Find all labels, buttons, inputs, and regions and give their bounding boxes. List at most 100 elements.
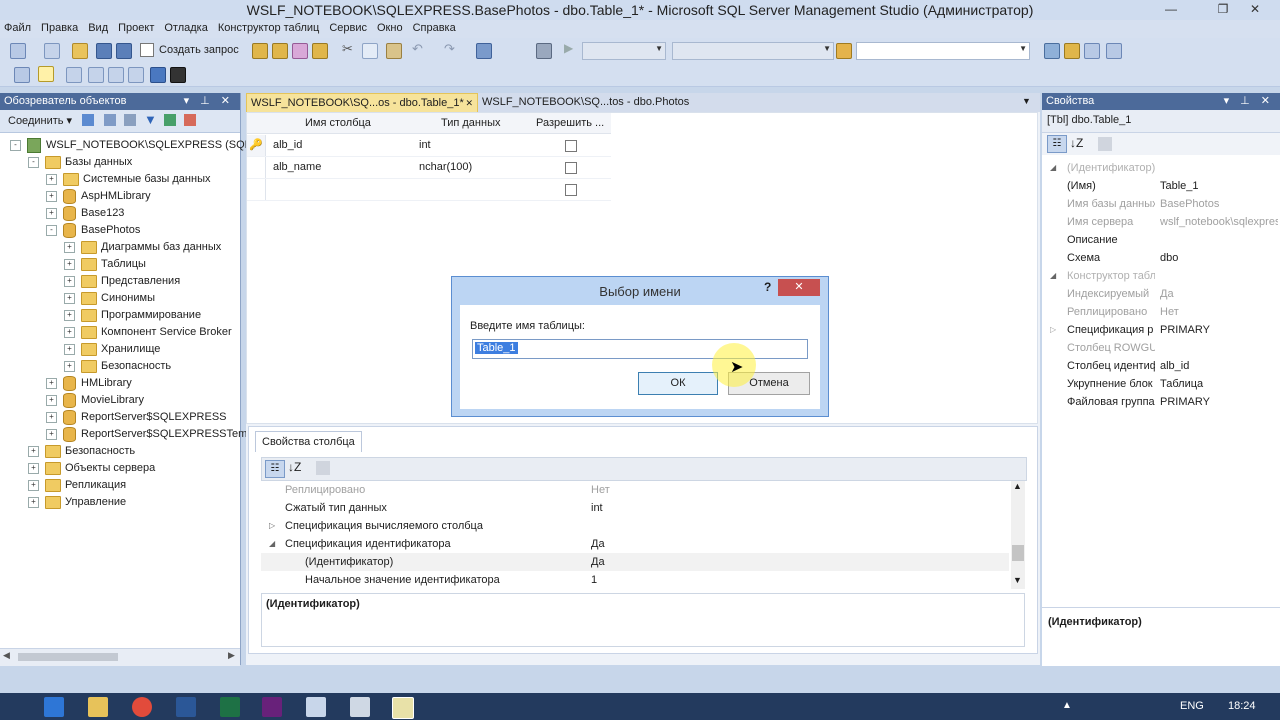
tree-node[interactable]: + Репликация <box>28 477 126 494</box>
menu-file[interactable]: Файл <box>0 20 37 34</box>
notepad-icon[interactable] <box>306 697 326 717</box>
property-row[interactable]: ◢ Спецификация идентификатора Да <box>261 535 1009 553</box>
expand-icon[interactable]: ▷ <box>269 517 275 535</box>
menu-project[interactable]: Проект <box>114 20 160 34</box>
property-value[interactable]: dbo <box>1160 249 1278 267</box>
scroll-down-icon[interactable]: ▼ <box>1013 575 1022 585</box>
property-value[interactable]: 1 <box>591 571 597 589</box>
scroll-up-icon[interactable]: ▲ <box>1013 481 1022 491</box>
expand-icon[interactable]: + <box>28 496 39 508</box>
property-pages-icon[interactable] <box>316 461 330 475</box>
expand-icon[interactable]: + <box>64 343 75 355</box>
property-value[interactable]: BasePhotos <box>1160 195 1278 213</box>
property-value[interactable]: Нет <box>591 481 610 499</box>
object-explorer-icon[interactable] <box>1064 43 1080 59</box>
refresh-icon[interactable] <box>164 114 176 126</box>
redo-icon[interactable]: ↷ <box>444 41 455 57</box>
expand-icon[interactable]: + <box>64 292 75 304</box>
expand-icon[interactable]: + <box>28 479 39 491</box>
fulltext-icon[interactable] <box>108 67 124 83</box>
property-row[interactable]: ▷ Спецификация вычисляемого столбца <box>261 517 1009 535</box>
menu-window[interactable]: Окно <box>373 20 409 34</box>
allow-nulls-checkbox[interactable] <box>565 162 577 174</box>
tree-node[interactable]: + Безопасность <box>64 358 171 375</box>
tree-node[interactable]: - Базы данных <box>28 154 132 171</box>
connect-object-explorer-icon[interactable] <box>82 114 94 126</box>
alphabetical-icon[interactable]: ↓Z <box>1070 136 1083 150</box>
tree-node[interactable]: + Программирование <box>64 307 201 324</box>
property-value[interactable]: wslf_notebook\sqlexpress <box>1160 213 1278 231</box>
minimize-button[interactable]: — <box>1156 0 1186 20</box>
filter-icon[interactable]: ▼ <box>144 112 157 127</box>
find-icon[interactable] <box>836 43 852 59</box>
visual-studio-icon[interactable] <box>262 697 282 717</box>
table-name-input[interactable]: Table_1 <box>472 339 808 359</box>
open-file-icon[interactable] <box>72 43 88 59</box>
collapse-icon[interactable]: - <box>28 156 39 168</box>
tab-photos[interactable]: WSLF_NOTEBOOK\SQ...tos - dbo.Photos <box>478 93 702 112</box>
property-value[interactable]: Нет <box>1160 303 1278 321</box>
menu-view[interactable]: Вид <box>84 20 114 34</box>
property-row[interactable]: (Идентификатор) Да <box>261 553 1009 571</box>
expand-icon[interactable]: + <box>28 462 39 474</box>
help-button[interactable]: ? <box>764 280 771 294</box>
row-selector[interactable] <box>247 179 266 200</box>
dialog-close-button[interactable]: ✕ <box>778 279 820 296</box>
property-row[interactable]: Реплицировано Нет <box>261 481 1009 499</box>
expand-icon[interactable]: + <box>46 377 57 389</box>
expand-icon[interactable]: + <box>64 258 75 270</box>
collapse-icon[interactable]: - <box>46 224 57 236</box>
primary-key-icon[interactable]: 🔑 <box>247 135 266 156</box>
db-query-icon[interactable] <box>252 43 268 59</box>
tree-node[interactable]: + ReportServer$SQLEXPRESSTemp <box>46 426 253 443</box>
ssms-icon[interactable] <box>392 697 414 719</box>
scrollbar-thumb[interactable] <box>18 653 118 661</box>
menu-table-designer[interactable]: Конструктор таблиц <box>214 20 325 34</box>
relationships-icon[interactable] <box>66 67 82 83</box>
expand-icon[interactable]: + <box>64 360 75 372</box>
tree-node[interactable]: + Base123 <box>46 205 124 222</box>
expand-icon[interactable]: ▷ <box>1050 321 1056 339</box>
toolbox-icon[interactable] <box>1106 43 1122 59</box>
tree-node[interactable]: + Диаграммы баз данных <box>64 239 221 256</box>
expand-icon[interactable]: + <box>64 326 75 338</box>
start-icon[interactable] <box>44 697 64 717</box>
menu-tools[interactable]: Сервис <box>325 20 373 34</box>
property-category[interactable]: ◢ Конструктор таблиц <box>1042 267 1280 285</box>
collapse-icon[interactable]: ◢ <box>1050 267 1056 285</box>
horizontal-scrollbar[interactable]: ◀ ▶ <box>0 648 240 666</box>
property-value[interactable]: Table_1 <box>1160 177 1278 195</box>
tree-node[interactable]: + Синонимы <box>64 290 155 307</box>
table-row[interactable] <box>247 179 611 201</box>
close-button[interactable]: ✕ <box>1240 0 1270 20</box>
mdx-query-icon[interactable] <box>292 43 308 59</box>
tree-node[interactable]: + Безопасность <box>28 443 135 460</box>
property-value[interactable]: alb_id <box>1160 357 1278 375</box>
table-row[interactable]: 🔑 alb_id int <box>247 135 611 157</box>
row-selector[interactable] <box>247 157 266 178</box>
property-row[interactable]: Начальное значение идентификатора 1 <box>261 571 1009 589</box>
solution-config-select[interactable]: ▼ <box>582 42 666 60</box>
property-row[interactable]: Столбец ROWGU <box>1042 339 1280 357</box>
alphabetical-icon[interactable]: ↓Z <box>288 460 301 474</box>
property-row[interactable]: Реплицировано Нет <box>1042 303 1280 321</box>
column-name-cell[interactable]: alb_name <box>273 161 321 173</box>
property-row[interactable]: Схема dbo <box>1042 249 1280 267</box>
tree-node[interactable]: + Хранилище <box>64 341 160 358</box>
table-row[interactable]: alb_name nchar(100) <box>247 157 611 179</box>
navigate-icon[interactable] <box>476 43 492 59</box>
column-properties-tab[interactable]: Свойства столбца <box>255 431 362 452</box>
property-pages-icon[interactable] <box>1098 137 1112 151</box>
expand-icon[interactable]: + <box>46 428 57 440</box>
tree-node[interactable]: - WSLF_NOTEBOOK\SQLEXPRESS (SQL S <box>10 137 261 154</box>
tree-node[interactable]: - BasePhotos <box>46 222 140 239</box>
scroll-right-icon[interactable]: ▶ <box>228 650 235 661</box>
tab-list-dropdown-icon[interactable]: ▼ <box>1022 96 1031 106</box>
save-icon[interactable] <box>96 43 112 59</box>
collapse-icon[interactable]: - <box>10 139 21 151</box>
menu-debug[interactable]: Отладка <box>160 20 213 34</box>
tab-table-1[interactable]: WSLF_NOTEBOOK\SQ...os - dbo.Table_1* ✕ <box>246 93 478 113</box>
property-row[interactable]: Столбец идентиф alb_id <box>1042 357 1280 375</box>
property-row[interactable]: (Имя) Table_1 <box>1042 177 1280 195</box>
expand-icon[interactable]: + <box>64 275 75 287</box>
